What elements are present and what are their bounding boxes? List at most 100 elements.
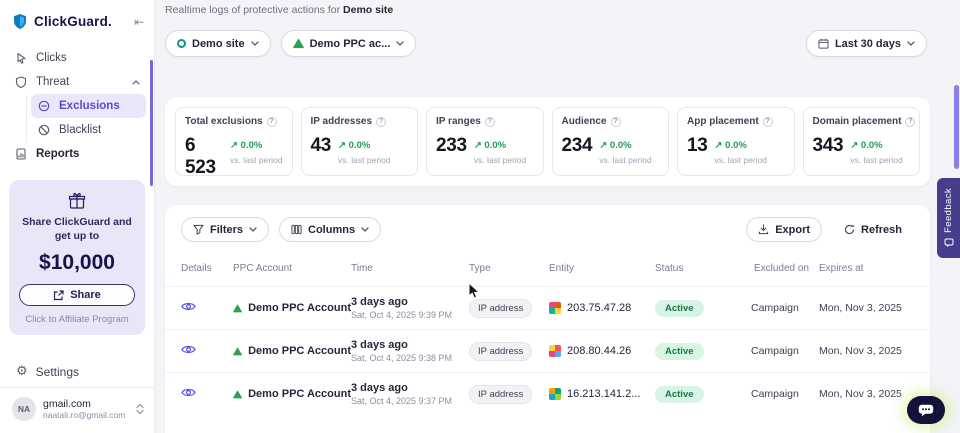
chevron-down-icon: [251, 41, 259, 46]
stat-card-ip-ranges: IP ranges? 233 ↗ 0.0% vs. last period: [426, 107, 544, 176]
settings-label: Settings: [36, 365, 79, 379]
shield-logo-icon: [12, 13, 28, 30]
stat-card-ip-addresses: IP addresses? 43↗ 0.0%vs. last period: [301, 107, 419, 176]
status-badge: Active: [655, 343, 704, 360]
feedback-tab[interactable]: Feedback: [937, 178, 960, 258]
time-absolute: Sat, Oct 4, 2025 9:39 PM: [351, 310, 469, 320]
stat-label: Domain placement: [813, 116, 902, 127]
info-icon[interactable]: ?: [376, 117, 386, 127]
threat-subnav: Exclusions Blacklist: [26, 94, 146, 142]
trend-value: 0.0%: [484, 140, 506, 151]
entity-value[interactable]: 208.80.44.26: [567, 345, 631, 357]
ip-flag-icon: [549, 388, 561, 400]
col-expires-at: Expires at: [819, 263, 914, 275]
info-icon[interactable]: ?: [485, 117, 495, 127]
user-menu[interactable]: NA gmail.com naatali.ro@gmail.com: [0, 387, 154, 433]
trend-value: 0.0%: [861, 140, 883, 151]
sidebar-item-clicks[interactable]: Clicks: [8, 46, 146, 70]
table-row: Demo PPC Account 3 days agoSat, Oct 4, 2…: [165, 329, 930, 372]
sidebar-scrollbar-thumb[interactable]: [150, 60, 153, 186]
share-button[interactable]: Share: [19, 284, 135, 306]
filters-button[interactable]: Filters: [181, 217, 269, 242]
export-icon: [758, 224, 769, 235]
columns-button[interactable]: Columns: [279, 217, 381, 242]
affiliate-promo-card: Share ClickGuard and get up to $10,000 S…: [9, 180, 145, 335]
info-icon[interactable]: ?: [763, 117, 773, 127]
type-badge: IP address: [469, 299, 532, 318]
account-selector[interactable]: Demo PPC ac...: [281, 30, 417, 57]
info-icon[interactable]: ?: [611, 117, 621, 127]
chevron-down-icon: [907, 41, 915, 46]
stat-value: 13: [687, 135, 708, 157]
prohibited-icon: [37, 124, 51, 136]
ip-flag-icon: [549, 345, 561, 357]
app-title: ClickGuard.: [34, 14, 128, 29]
feedback-label: Feedback: [943, 188, 954, 233]
columns-icon: [291, 224, 302, 235]
ppc-account-icon: [293, 38, 304, 49]
refresh-button[interactable]: Refresh: [832, 217, 914, 242]
compare-label: vs. last period: [850, 155, 902, 165]
compare-label: vs. last period: [474, 155, 526, 165]
view-details-eye-icon[interactable]: [181, 301, 196, 312]
date-range-selector[interactable]: Last 30 days: [806, 30, 927, 57]
affiliate-link[interactable]: Click to Affiliate Program: [19, 314, 135, 325]
info-icon[interactable]: ?: [267, 117, 277, 127]
page-scrollbar-thumb[interactable]: [954, 85, 959, 169]
sidebar-item-threat[interactable]: Threat: [8, 70, 146, 94]
chat-launcher-button[interactable]: [907, 396, 945, 424]
stat-label: Total exclusions: [185, 116, 263, 127]
table-toolbar: Filters Columns Export Refresh: [165, 205, 930, 252]
time-absolute: Sat, Oct 4, 2025 9:37 PM: [351, 396, 469, 406]
chevron-down-icon: [249, 227, 257, 232]
sidebar-item-settings[interactable]: ⚙ Settings: [0, 356, 154, 387]
sidebar: ClickGuard. ⇤ Clicks Threat Excl: [0, 0, 155, 433]
columns-label: Columns: [308, 224, 355, 236]
account-name: Demo PPC Account: [248, 388, 351, 400]
stat-card-total-exclusions: Total exclusions? 6 523↗ 0.0%vs. last pe…: [175, 107, 293, 176]
promo-amount: $10,000: [19, 251, 135, 275]
time-relative: 3 days ago: [351, 339, 469, 351]
chevron-down-icon: [361, 227, 369, 232]
stat-value: 233: [436, 135, 467, 157]
trend-up-icon: ↗: [474, 140, 482, 151]
col-details: Details: [181, 263, 233, 275]
report-document-icon: [14, 148, 28, 160]
view-details-eye-icon[interactable]: [181, 387, 196, 398]
threat-icon: [14, 76, 28, 88]
view-details-eye-icon[interactable]: [181, 344, 196, 355]
site-selector[interactable]: Demo site: [165, 30, 271, 57]
stat-value: 343: [813, 135, 844, 157]
share-icon: [53, 290, 64, 301]
refresh-icon: [844, 224, 855, 235]
time-absolute: Sat, Oct 4, 2025 9:38 PM: [351, 353, 469, 363]
filter-selectors: Demo site Demo PPC ac...: [165, 30, 416, 57]
trend-up-icon: ↗: [715, 140, 723, 151]
stat-label: IP ranges: [436, 116, 481, 127]
date-range-wrap: Last 30 days: [806, 30, 927, 57]
collapse-sidebar-icon[interactable]: ⇤: [134, 15, 144, 29]
chat-bubble-icon: [918, 404, 934, 417]
nav-label: Threat: [36, 76, 69, 88]
export-button[interactable]: Export: [746, 217, 822, 242]
compare-label: vs. last period: [715, 155, 767, 165]
time-relative: 3 days ago: [351, 382, 469, 394]
chevron-up-icon: [132, 80, 140, 85]
stat-value: 6 523: [185, 135, 223, 179]
sidebar-item-blacklist[interactable]: Blacklist: [31, 118, 146, 142]
stat-card-app-placement: App placement? 13↗ 0.0%vs. last period: [677, 107, 795, 176]
site-dot-icon: [177, 39, 186, 48]
promo-text: Share ClickGuard and get up to: [19, 216, 135, 243]
circle-minus-icon: [37, 100, 51, 112]
entity-value[interactable]: 203.75.47.28: [567, 302, 631, 314]
filters-label: Filters: [210, 224, 243, 236]
excluded-on-value: Campaign: [751, 345, 819, 357]
trend-value: 0.0%: [725, 140, 747, 151]
sidebar-item-reports[interactable]: Reports: [8, 142, 146, 166]
info-icon[interactable]: ?: [905, 117, 915, 127]
entity-value[interactable]: 16.213.141.2...: [567, 388, 640, 400]
col-excluded-on: Excluded on: [751, 263, 819, 275]
logs-table-panel: Filters Columns Export Refresh Details P…: [165, 205, 930, 433]
sidebar-item-exclusions[interactable]: Exclusions: [31, 94, 146, 118]
compare-label: vs. last period: [338, 155, 390, 165]
